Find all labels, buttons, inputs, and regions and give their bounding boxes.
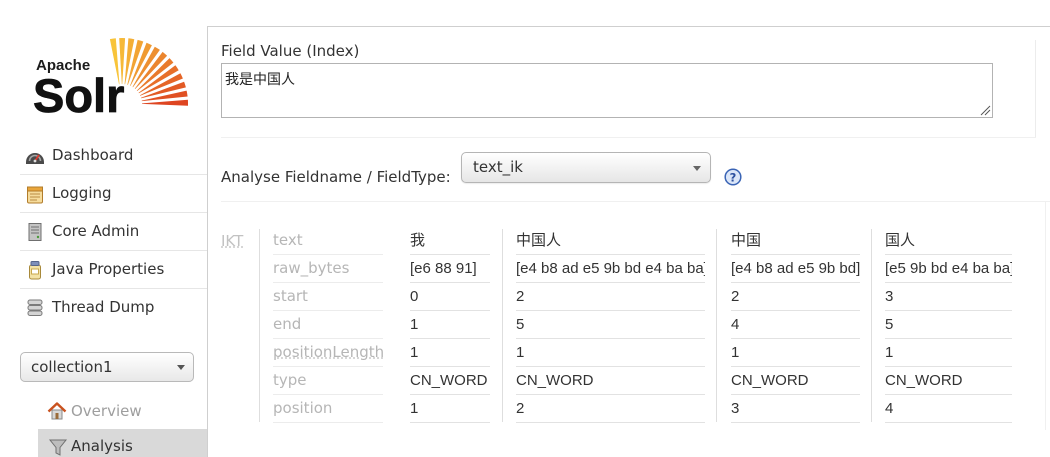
fieldtype-select-value: text_ik <box>473 158 523 176</box>
token-end: 4 <box>731 311 860 339</box>
solr-logo[interactable]: Apache Solr <box>0 0 207 130</box>
row-label-raw-bytes: raw_bytes <box>273 255 383 283</box>
token-type: CN_WORD <box>516 367 705 395</box>
token-column: 中国 [e4 b8 ad e5 9b bd] 2 4 1 CN_WORD 3 <box>731 227 860 423</box>
section-divider <box>1045 201 1046 430</box>
token-text: 我 <box>410 227 490 255</box>
nav-item-logging[interactable]: Logging <box>20 175 207 213</box>
row-label-position: position <box>273 395 383 423</box>
token-start: 2 <box>731 283 860 311</box>
section-divider <box>221 137 1036 138</box>
home-icon <box>47 402 67 420</box>
token-raw-bytes: [e6 88 91] <box>410 255 490 283</box>
stage-divider <box>259 229 260 422</box>
token-type: CN_WORD <box>731 367 860 395</box>
help-icon-glyph: ? <box>730 170 737 184</box>
token-divider <box>716 229 717 422</box>
token-end: 5 <box>885 311 1012 339</box>
row-label-position-length-wrap: positionLength <box>273 339 383 367</box>
token-position: 2 <box>516 395 705 423</box>
core-menu-analysis[interactable]: Analysis <box>38 429 207 457</box>
logo-solr-text: Solr <box>33 69 124 122</box>
nav-item-label: Java Properties <box>52 260 165 278</box>
logging-icon <box>27 186 43 204</box>
token-raw-bytes: [e4 b8 ad e5 9b bd] <box>731 255 860 283</box>
token-type: CN_WORD <box>885 367 1012 395</box>
core-menu-label: Analysis <box>71 437 133 455</box>
header-border <box>207 26 1050 27</box>
core-menu-overview[interactable]: Overview <box>38 396 207 426</box>
chevron-down-icon <box>693 166 701 171</box>
funnel-icon <box>48 439 68 456</box>
token-end: 5 <box>516 311 705 339</box>
token-text: 国人 <box>885 227 1012 255</box>
core-admin-icon <box>28 223 42 241</box>
analysis-stage-name: IKT <box>221 232 244 250</box>
token-position: 3 <box>731 395 860 423</box>
row-label-type: type <box>273 367 383 395</box>
field-value-label: Field Value (Index) <box>221 42 360 60</box>
section-divider <box>1035 40 1036 137</box>
core-menu-label: Overview <box>71 402 142 420</box>
token-position-length: 1 <box>410 339 490 367</box>
nav-item-label: Thread Dump <box>52 298 155 316</box>
nav-item-thread-dump[interactable]: Thread Dump <box>20 289 207 327</box>
token-position-length: 1 <box>516 339 705 367</box>
token-type: CN_WORD <box>410 367 490 395</box>
row-label-position-length: positionLength <box>273 343 383 361</box>
logo-ray <box>142 99 189 106</box>
field-value-input[interactable]: 我是中国人 <box>221 63 993 118</box>
nav-item-label: Core Admin <box>52 222 140 240</box>
sidebar-border <box>207 26 208 457</box>
dashboard-icon <box>26 153 44 164</box>
token-position-length: 1 <box>731 339 860 367</box>
token-raw-bytes: [e5 9b bd e4 ba ba] <box>885 255 1012 283</box>
token-column: 我 [e6 88 91] 0 1 1 CN_WORD 1 <box>410 227 490 423</box>
core-selector[interactable]: collection1 <box>20 352 194 382</box>
token-column: 国人 [e5 9b bd e4 ba ba] 3 5 1 CN_WORD 4 <box>885 227 1012 423</box>
thread-dump-icon <box>27 299 43 316</box>
solr-admin-page: Apache Solr Dashboard Logging Core Admin… <box>0 0 1050 457</box>
token-start: 0 <box>410 283 490 311</box>
nav-item-label: Logging <box>52 184 112 202</box>
nav-item-label: Dashboard <box>52 146 134 164</box>
row-label-end: end <box>273 311 383 339</box>
token-raw-bytes: [e4 b8 ad e5 9b bd e4 ba ba] <box>516 255 705 283</box>
token-end: 1 <box>410 311 490 339</box>
help-icon[interactable]: ? <box>724 168 742 186</box>
token-position-length: 1 <box>885 339 1012 367</box>
fieldtype-label: Analyse Fieldname / FieldType: <box>221 168 451 186</box>
main-nav: Dashboard Logging Core Admin Java Proper… <box>20 137 207 327</box>
resize-grip-icon[interactable] <box>979 104 991 116</box>
token-start: 2 <box>516 283 705 311</box>
token-position: 1 <box>410 395 490 423</box>
token-divider <box>871 229 872 422</box>
token-text: 中国人 <box>516 227 705 255</box>
row-label-text: text <box>273 227 383 255</box>
nav-item-dashboard[interactable]: Dashboard <box>20 137 207 175</box>
token-text: 中国 <box>731 227 860 255</box>
java-properties-icon <box>29 261 41 280</box>
token-start: 3 <box>885 283 1012 311</box>
section-divider <box>221 201 1050 202</box>
token-position: 4 <box>885 395 1012 423</box>
token-divider <box>502 229 503 422</box>
core-selector-value: collection1 <box>31 358 113 376</box>
chevron-down-icon <box>177 365 185 370</box>
fieldtype-select[interactable]: text_ik <box>461 152 711 183</box>
token-column: 中国人 [e4 b8 ad e5 9b bd e4 ba ba] 2 5 1 C… <box>516 227 705 423</box>
nav-item-core-admin[interactable]: Core Admin <box>20 213 207 251</box>
row-label-start: start <box>273 283 383 311</box>
row-label-column: text raw_bytes start end positionLength … <box>273 227 383 423</box>
nav-item-java-properties[interactable]: Java Properties <box>20 251 207 289</box>
